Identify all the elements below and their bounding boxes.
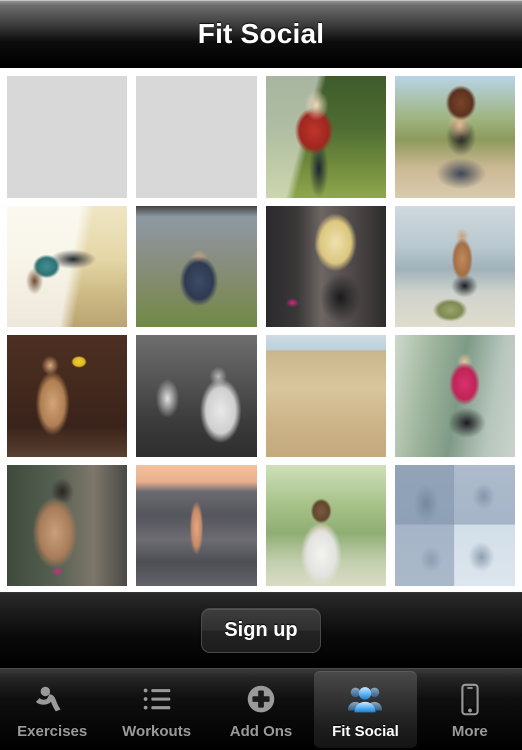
photo-tile[interactable]: Shirtless man drinking from yellow sport…	[7, 335, 128, 457]
photo-tile[interactable]: Blonde woman seated with kettlebell outd…	[136, 76, 257, 198]
sign-up-button[interactable]: Sign up	[201, 608, 321, 653]
page-title: Fit Social	[197, 17, 325, 49]
photo-9	[7, 335, 128, 457]
tab-exercises[interactable]: Exercises	[1, 671, 103, 748]
photo-10	[136, 335, 257, 457]
photo-15	[265, 464, 386, 586]
tab-more[interactable]: More	[419, 671, 521, 748]
people-icon	[345, 680, 385, 720]
exercises-icon	[32, 680, 72, 720]
photo-tile[interactable]: Woman in teal top doing yoga pose in bri…	[7, 205, 128, 327]
photo-tile[interactable]: Suspension trainer anchored in beach san…	[265, 335, 386, 457]
photo-grid: Man in black tank top with basketball by…	[7, 76, 515, 586]
photo-4	[394, 76, 515, 198]
photo-tile[interactable]: Man in blue hoodie doing pull-ups on a b…	[136, 205, 257, 327]
tab-add-ons[interactable]: Add Ons	[210, 671, 312, 748]
photo-tile[interactable]: Blue tinted collage of gym equipment	[394, 464, 515, 586]
photo-tile[interactable]: Woman in red jacket with mountain bike i…	[265, 76, 386, 198]
tab-label: Workouts	[122, 722, 192, 740]
photo-7	[265, 205, 386, 327]
signup-bar: Sign up	[0, 592, 522, 668]
list-icon	[137, 680, 177, 720]
photo-14	[136, 464, 257, 586]
photo-16	[394, 464, 515, 586]
photo-tile[interactable]: Woman from behind in white tank top outd…	[265, 464, 386, 586]
tab-bar: Exercises Workouts Add Ons Fit Social More	[0, 668, 522, 750]
photo-tile[interactable]: Black and white gym photo, woman in whit…	[136, 335, 257, 457]
photo-5	[7, 205, 128, 327]
photo-tile[interactable]: Shirtless muscular man on rock at the be…	[394, 205, 515, 327]
tab-workouts[interactable]: Workouts	[105, 671, 207, 748]
photo-3	[265, 76, 386, 198]
tab-fit-social[interactable]: Fit Social	[314, 671, 417, 748]
tab-label: Add Ons	[229, 722, 293, 740]
navigation-bar: Fit Social	[0, 0, 522, 68]
tab-label: More	[451, 722, 488, 740]
photo-tile[interactable]: Muscular woman in black sports bra using…	[7, 464, 128, 586]
photo-2	[136, 76, 256, 198]
photo-tile[interactable]: Woman in pink shirt sitting on dock by t…	[394, 335, 515, 457]
photo-1	[7, 76, 127, 198]
photo-13	[7, 464, 128, 586]
photo-tile[interactable]: Blonde woman with pink wrist wraps by da…	[265, 205, 386, 327]
plus-circle-icon	[241, 680, 281, 720]
photo-6	[136, 205, 257, 327]
photo-8	[394, 205, 515, 327]
tab-label: Exercises	[17, 722, 88, 740]
photo-tile[interactable]: Woman in black tank top sitting outdoors…	[394, 76, 515, 198]
photo-tile[interactable]: Woman in bikini standing at the ocean sh…	[136, 464, 257, 586]
phone-icon	[450, 680, 490, 720]
tab-label: Fit Social	[332, 722, 399, 740]
photo-grid-container: Man in black tank top with basketball by…	[0, 68, 522, 592]
app-root: Fit Social Man in black tank top with ba…	[0, 0, 522, 750]
photo-11	[265, 335, 386, 457]
photo-tile[interactable]: Man in black tank top with basketball by…	[7, 76, 128, 198]
photo-12	[394, 335, 515, 457]
